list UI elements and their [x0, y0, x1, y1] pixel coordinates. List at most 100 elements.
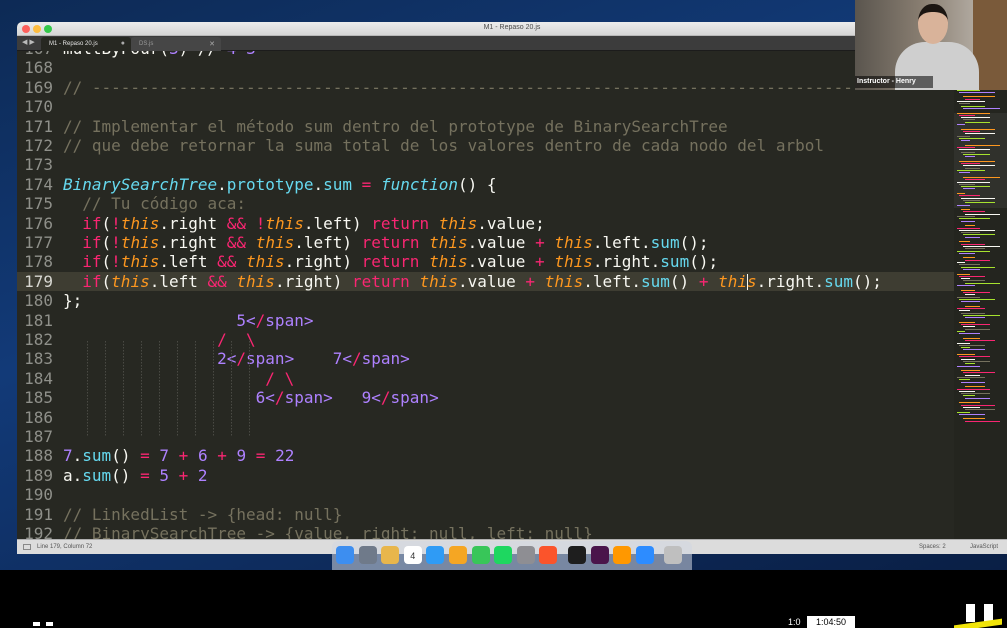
messages-icon[interactable] [426, 546, 445, 564]
minimap-line [957, 377, 985, 378]
minimap-line [959, 333, 980, 335]
indent-guide [141, 341, 142, 437]
minimap-line [957, 204, 970, 206]
code-line[interactable]: 186 [17, 408, 954, 427]
minimap-line [957, 308, 985, 309]
minimap-line [959, 114, 975, 116]
code-line[interactable]: 187 [17, 427, 954, 446]
minimap-line [965, 420, 1000, 422]
code-line[interactable]: 176 if(!this.right && !this.left) return… [17, 214, 954, 233]
minimap-line [961, 266, 995, 268]
line-number: 186 [24, 407, 53, 427]
code-line[interactable]: 178 if(!this.left && this.right) return … [17, 252, 954, 271]
close-tab-icon[interactable]: ✕ [209, 40, 215, 48]
minimap-line [963, 165, 995, 167]
minimap[interactable] [954, 51, 1007, 539]
facetime-icon[interactable] [471, 546, 490, 564]
tab-repaso-20[interactable]: M1 - Repaso 20.js ● [41, 37, 131, 51]
line-number: 172 [24, 136, 53, 155]
minimap-line [957, 170, 985, 171]
code-line[interactable]: 192 // BinarySearchTree -> {value, right:… [17, 524, 954, 539]
code-editor[interactable]: 167 multByFour(3) // 4*3 168169 // --------… [17, 51, 954, 539]
line-number: 182 [24, 330, 53, 349]
notes-icon[interactable] [381, 546, 400, 564]
line-number: 167 [17, 51, 53, 58]
minimap-line [959, 160, 995, 162]
minimap-line [959, 321, 975, 323]
tab-ds[interactable]: DS.js ✕ [131, 37, 221, 51]
sublime-text-icon[interactable] [613, 546, 632, 564]
minimap-line [965, 282, 1000, 284]
code-line[interactable]: 175 // Tu código aca: [17, 194, 954, 213]
launchpad-icon[interactable] [358, 546, 377, 564]
minimap-line [957, 388, 990, 390]
editor-window: M1 - Repaso 20.js ◀ ▶ M1 - Repaso 20.js … [17, 22, 1007, 554]
minimap-line [965, 167, 980, 169]
code-line[interactable]: 168 [17, 58, 954, 77]
system-preferences-icon[interactable] [516, 546, 535, 564]
code-line[interactable]: 170 [17, 97, 954, 116]
minimap-line [963, 337, 980, 339]
calendar-icon[interactable]: 4 [403, 546, 422, 564]
code-line[interactable]: 184 / \ [17, 369, 954, 388]
code-line[interactable]: 171 // Implementar el método sum dentro d… [17, 117, 954, 136]
code-line[interactable]: 179 if(this.left && this.right) return t… [17, 271, 954, 292]
minimap-line [961, 243, 985, 245]
code-line[interactable]: 169 // ----------------------------------… [17, 78, 954, 97]
line-number: 185 [24, 388, 53, 408]
slack-icon[interactable] [590, 546, 609, 564]
minimap-line [959, 344, 985, 346]
line-source: if(!this.right && this.left) return this… [82, 233, 709, 252]
minimap-line [961, 232, 980, 234]
tab-navigation-arrows-icon[interactable]: ◀ ▶ [22, 38, 35, 46]
minimap-line [959, 252, 975, 254]
minimap-line [963, 326, 975, 328]
minimap-line [963, 211, 985, 213]
line-source: 5</span> [236, 310, 314, 330]
code-line[interactable]: 174 BinarySearchTree.prototype.sum = func… [17, 175, 954, 194]
indentation-setting[interactable]: Spaces: 2 [919, 544, 946, 550]
line-number: 192 [24, 524, 53, 539]
code-line[interactable]: 182 / \ [17, 330, 954, 349]
panel-toggle-icon[interactable] [23, 544, 31, 550]
code-line[interactable]: 167 multByFour(3) // 4*3 [17, 51, 954, 58]
code-line[interactable]: 189 a.sum() = 5 + 2 [17, 466, 954, 485]
code-line[interactable]: 191 // LinkedList -> {head: null} [17, 505, 954, 524]
line-number: 169 [24, 77, 53, 97]
unsaved-dot-icon[interactable]: ● [121, 40, 125, 47]
code-line[interactable]: 185 6</span> 9</span> [17, 388, 954, 407]
code-line[interactable]: 172 // que debe retornar la suma total de… [17, 136, 954, 155]
code-line[interactable]: 173 [17, 155, 954, 174]
minimap-line [965, 179, 985, 181]
minimap-line [959, 137, 985, 139]
line-source: multByFour(3) // 4*3 [63, 51, 256, 58]
terminal-icon[interactable] [568, 546, 586, 564]
minimap-line [963, 176, 1000, 178]
code-line[interactable]: 188 7.sum() = 7 + 6 + 9 = 22 [17, 446, 954, 465]
zoom-icon[interactable] [635, 546, 654, 564]
code-line[interactable]: 190 [17, 485, 954, 504]
minimap-line [957, 216, 975, 217]
minimap-line [957, 135, 970, 137]
photos-icon[interactable] [449, 546, 467, 564]
minimap-line [957, 273, 970, 275]
pause-icon[interactable] [33, 622, 53, 626]
finder-icon[interactable] [336, 546, 354, 564]
video-player-bar [0, 570, 1007, 628]
minimap-line [961, 289, 975, 291]
code-line[interactable]: 181 5</span> [17, 311, 954, 330]
syntax-setting[interactable]: JavaScript [970, 544, 998, 550]
code-line[interactable]: 180}; [17, 291, 954, 310]
spotify-icon[interactable] [494, 546, 513, 564]
line-number: 176 [24, 213, 53, 233]
minimap-line [959, 264, 980, 266]
line-source: }; [63, 291, 83, 311]
line-number: 188 [24, 446, 53, 466]
line-number: 170 [24, 97, 53, 117]
code-line[interactable]: 183 2</span> 7</span> [17, 349, 954, 368]
trash-icon[interactable] [664, 546, 683, 564]
minimap-line [965, 98, 980, 100]
code-line[interactable]: 177 if(!this.right && this.left) return … [17, 233, 954, 252]
brave-icon[interactable] [539, 546, 558, 564]
cursor-position: Line 179, Column 72 [37, 544, 93, 550]
